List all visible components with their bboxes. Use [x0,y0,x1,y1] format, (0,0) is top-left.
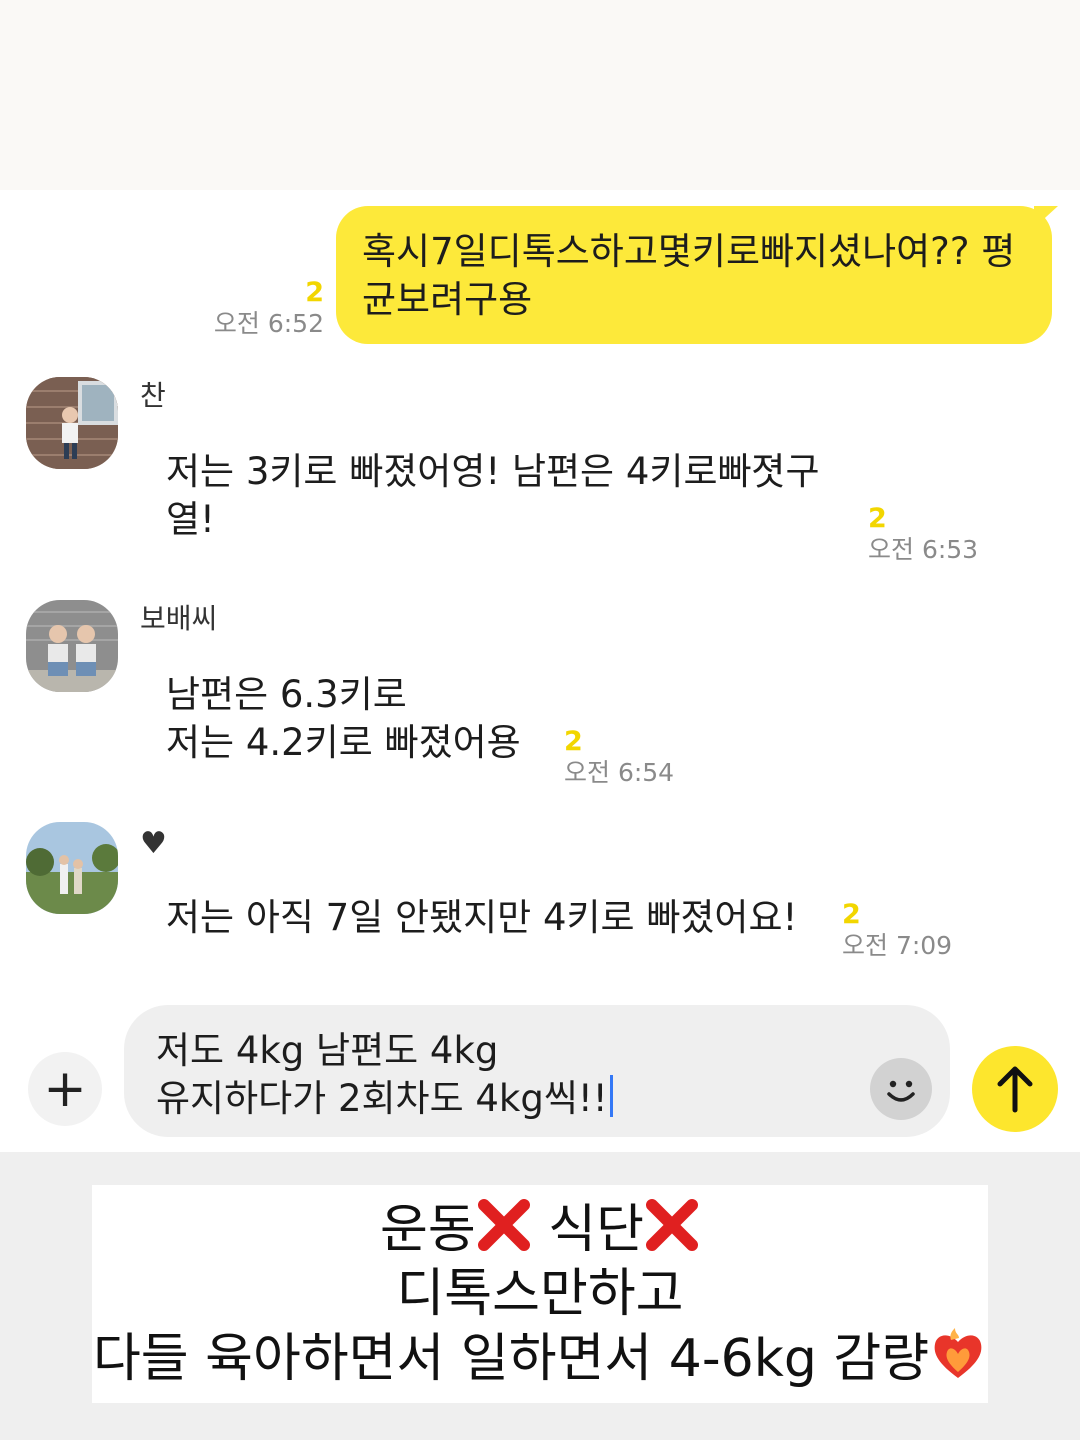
red-x-icon [645,1199,698,1251]
message-text[interactable]: 남편은 6.3키로 저는 4.2키로 빠졌어용 [166,671,521,767]
message-line: 저는 아직 7일 안됐지만 4키로 빠졌어요! [166,896,798,939]
message-text[interactable]: 저는 3키로 빠졌어영! 남편은 4키로빠졋구 열! [166,448,820,544]
emoji-button[interactable] [870,1058,932,1120]
sender-name: ♥ [140,826,167,861]
caption-text: 운동 [380,1200,476,1260]
avatar[interactable] [26,600,118,692]
send-button[interactable] [972,1046,1058,1132]
message-line: 혹시7일디톡스하고몇키로빠지셨나여?? 평 [362,230,1016,273]
unread-count: 2 [842,899,861,930]
unread-count: 2 [868,503,887,534]
unread-count: 2 [305,277,324,308]
caption-text: 식단 [548,1200,644,1260]
input-line: 저도 4kg 남편도 4kg [156,1029,499,1072]
outgoing-meta: 2 오전 6:52 [214,278,324,340]
outgoing-bubble[interactable]: 혹시7일디톡스하고몇키로빠지셨나여?? 평 균보려구용 [336,206,1052,344]
arrow-up-icon [997,1066,1033,1113]
avatar[interactable] [26,822,118,914]
sender-name: 찬 [140,379,166,412]
attach-plus-button[interactable]: + [28,1052,102,1126]
top-blank-area [0,0,1080,190]
message-text[interactable]: 저는 아직 7일 안됐지만 4키로 빠졌어요! [166,894,797,942]
caption-text: 다들 육아하면서 일하면서 4-6kg 감량 [92,1329,930,1389]
caption-line-1: 운동 식단 [92,1197,988,1262]
caption-line-2: 디톡스만하고 [396,1264,684,1324]
message-meta: 2 오전 7:09 [842,900,952,962]
message-meta: 2 오전 6:54 [564,727,674,789]
message-input[interactable]: 저도 4kg 남편도 4kg 유지하다가 2회차도 4kg씩!! [124,1005,950,1137]
message-line: 열! [166,498,215,541]
caption-card: 운동 식단 디톡스만하고 다들 육아하면서 일하면서 4-6kg 감량 [92,1185,988,1403]
message-line: 남편은 6.3키로 [166,673,407,716]
message-meta: 2 오전 6:53 [868,504,978,566]
avatar[interactable] [26,377,118,469]
message-time: 오전 6:54 [564,758,675,787]
caption-line-3: 다들 육아하면서 일하면서 4-6kg 감량 [92,1326,988,1391]
red-x-icon [477,1199,530,1251]
sender-name: 보배씨 [140,602,218,635]
unread-count: 2 [564,726,583,757]
text-caret [609,1075,613,1117]
input-line: 유지하다가 2회차도 4kg씩!! [156,1077,608,1120]
message-time: 오전 7:09 [842,931,953,960]
fire-heart-icon [934,1328,982,1378]
message-line: 저는 4.2키로 빠졌어용 [166,721,521,764]
smiley-icon [887,1080,915,1102]
message-line: 저는 3키로 빠졌어영! 남편은 4키로빠졋구 [166,450,820,493]
message-time: 오전 6:52 [213,309,324,338]
message-time: 오전 6:53 [868,535,979,564]
message-line: 균보려구용 [362,278,533,321]
